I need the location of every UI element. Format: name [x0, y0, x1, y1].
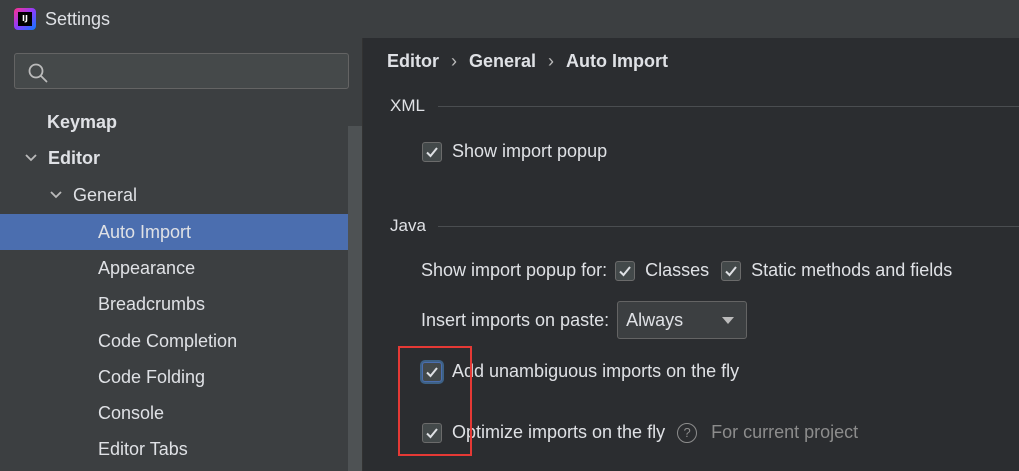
sidebar-item-editor[interactable]: Editor: [0, 140, 348, 176]
breadcrumb-auto-import: Auto Import: [566, 51, 669, 71]
static-methods-label[interactable]: Static methods and fields: [751, 260, 952, 281]
sidebar-item-label: Code Folding: [98, 366, 206, 387]
sidebar-item-code-folding[interactable]: Code Folding: [0, 359, 348, 395]
static-methods-checkbox[interactable]: [721, 260, 742, 281]
checkmark-icon: [725, 265, 737, 276]
title-bar: IJ Settings: [0, 0, 1019, 38]
highlight-annotation-box: [398, 346, 472, 456]
insert-imports-dropdown[interactable]: Always: [617, 301, 748, 339]
search-icon: [28, 63, 48, 83]
settings-search-field[interactable]: [14, 53, 349, 89]
sidebar-item-console[interactable]: Console: [0, 395, 348, 431]
sidebar-item-general[interactable]: General: [0, 177, 348, 213]
optimize-imports-row[interactable]: Optimize imports on the fly ? For curren…: [422, 422, 858, 443]
xml-show-import-popup-checkbox[interactable]: [422, 141, 442, 162]
settings-sidebar: Keymap Editor General Auto Import Appear…: [0, 38, 362, 471]
breadcrumb: Editor › General › Auto Import: [387, 51, 668, 72]
classes-label[interactable]: Classes: [645, 260, 709, 281]
insert-imports-value: Always: [626, 309, 684, 330]
breadcrumb-separator: ›: [548, 51, 555, 71]
sidebar-item-label: Breadcrumbs: [98, 293, 206, 314]
java-group-title: Java: [390, 216, 426, 235]
xml-group-title: XML: [390, 96, 425, 115]
xml-show-import-popup-row[interactable]: Show import popup: [422, 141, 607, 162]
sidebar-item-label: Editor: [48, 147, 100, 168]
optimize-imports-hint: For current project: [711, 422, 859, 442]
breadcrumb-separator: ›: [451, 51, 457, 71]
sidebar-item-label: Console: [98, 402, 165, 423]
checkmark-icon: [619, 265, 631, 276]
chevron-down-icon[interactable]: [22, 149, 40, 167]
help-icon[interactable]: ?: [677, 422, 698, 443]
sidebar-item-label: Appearance: [98, 257, 196, 278]
breadcrumb-editor[interactable]: Editor: [387, 51, 439, 72]
show-import-popup-for-label: Show import popup for:: [421, 260, 608, 280]
breadcrumb-general[interactable]: General: [469, 51, 536, 72]
checkmark-icon: [426, 146, 438, 157]
sidebar-item-breadcrumbs[interactable]: Breadcrumbs: [0, 286, 348, 322]
add-unambiguous-label: Add unambiguous imports on the fly: [452, 361, 740, 381]
java-group-divider: [438, 226, 1019, 227]
classes-checkbox[interactable]: [615, 260, 636, 281]
sidebar-item-label: Auto Import: [98, 221, 192, 242]
sidebar-item-label: Editor Tabs: [98, 438, 188, 459]
sidebar-item-label: General: [73, 184, 138, 205]
sidebar-item-auto-import[interactable]: Auto Import: [0, 214, 362, 250]
dropdown-arrow-icon: [722, 317, 735, 324]
sidebar-item-label: Keymap: [47, 111, 118, 132]
sidebar-item-label: Code Completion: [98, 330, 238, 351]
window-title: Settings: [45, 8, 111, 29]
xml-show-import-popup-label: Show import popup: [452, 141, 608, 161]
sidebar-item-editor-tabs[interactable]: Editor Tabs: [0, 431, 348, 467]
show-import-popup-for-row: Show import popup for: Classes Static me…: [421, 260, 952, 281]
sidebar-item-appearance[interactable]: Appearance: [0, 250, 348, 286]
app-icon-label: IJ: [18, 12, 32, 26]
sidebar-scrollbar[interactable]: [348, 126, 362, 471]
insert-imports-row: Insert imports on paste: Always: [421, 301, 748, 339]
sidebar-item-code-completion[interactable]: Code Completion: [0, 323, 348, 359]
search-input[interactable]: [57, 58, 341, 86]
chevron-down-icon[interactable]: [47, 186, 65, 204]
intellij-app-icon: IJ: [14, 8, 36, 30]
xml-group-divider: [438, 106, 1019, 107]
insert-imports-label: Insert imports on paste:: [421, 309, 610, 330]
optimize-imports-label: Optimize imports on the fly: [452, 422, 666, 442]
sidebar-item-keymap[interactable]: Keymap: [0, 104, 348, 140]
